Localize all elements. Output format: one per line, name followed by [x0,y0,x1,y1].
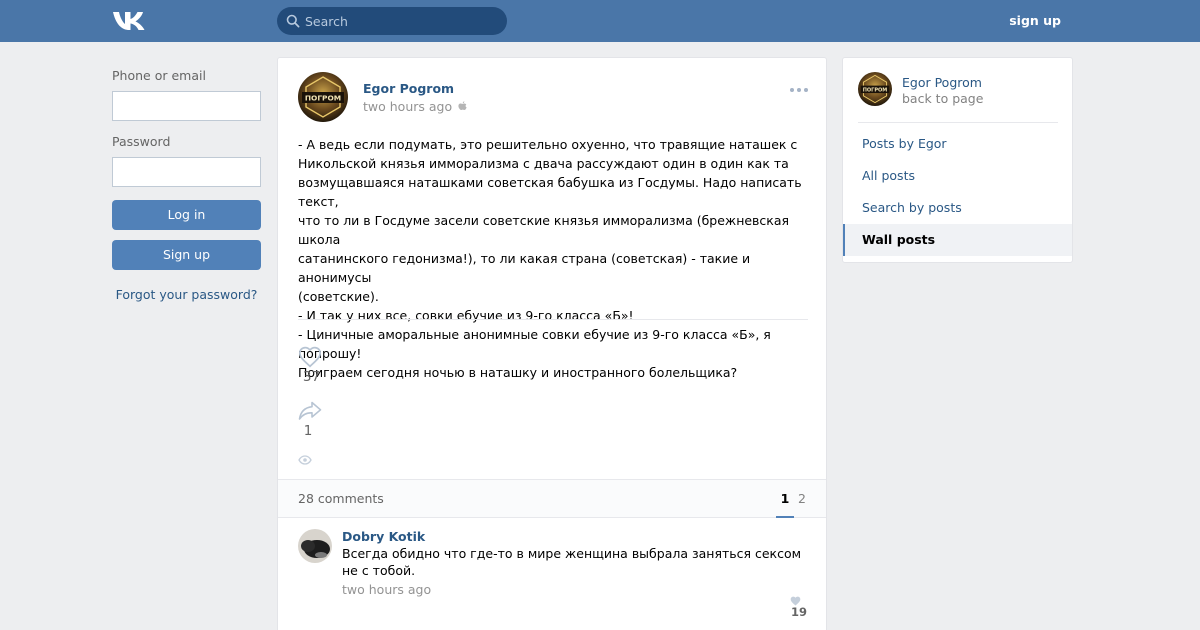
comments-count: 28 comments [298,491,384,506]
avatar-logo-text: ПОГРОМ [305,94,341,103]
like-count: 37 [302,369,321,385]
login-form: Phone or email Password Log in Sign up F… [112,68,261,302]
sidebar-item-wall-posts[interactable]: Wall posts [843,224,1072,256]
search-input[interactable] [304,7,499,35]
back-to-page-link[interactable]: back to page [902,91,983,106]
post-text: - А ведь если подумать, это решительно о… [298,137,802,380]
login-button[interactable]: Log in [112,200,261,230]
forgot-password-link[interactable]: Forgot your password? [112,287,261,302]
wall-post: ПОГРОМ Egor Pogrom two hours ago - А вед… [277,57,827,630]
phone-input[interactable] [112,91,261,121]
sidebar-item-all-posts[interactable]: All posts [843,160,1072,192]
more-options-icon[interactable] [789,85,809,95]
comment-like-count: 19 [790,605,807,619]
sidebar-item-search-by-posts[interactable]: Search by posts [843,192,1072,224]
sidebar-author-name[interactable]: Egor Pogrom [902,75,982,90]
comments-header: 28 comments 1 2 [278,479,826,518]
comment-time[interactable]: two hours ago [342,582,431,597]
heart-icon[interactable] [298,346,322,368]
eye-icon [298,455,312,465]
comment-author-name[interactable]: Dobry Kotik [342,529,425,544]
author-sidebar: ПОГРОМ Egor Pogrom back to page Posts by… [842,57,1073,263]
vk-logo-icon[interactable] [112,10,146,32]
sidebar-avatar-logo-text: ПОГРОМ [863,87,888,93]
phone-label: Phone or email [112,68,206,83]
comment-text: Всегда обидно что где-то в мире женщина … [342,546,802,578]
search-box[interactable] [277,7,507,35]
post-time-text: two hours ago [363,99,453,114]
password-input[interactable] [112,157,261,187]
comments-page-1[interactable]: 1 [777,491,793,506]
post-author-avatar[interactable]: ПОГРОМ [298,72,348,122]
post-divider [298,319,808,320]
commenter-avatar[interactable] [298,529,332,563]
signup-link[interactable]: sign up [1009,13,1061,28]
share-icon[interactable] [298,401,322,421]
sidebar-author-avatar[interactable]: ПОГРОМ [858,72,892,106]
share-count: 1 [303,423,313,439]
apple-icon [458,101,467,110]
active-page-indicator [776,516,794,518]
search-icon [286,14,300,28]
sidebar-divider [858,122,1058,123]
sidebar-item-posts-by-egor[interactable]: Posts by Egor [843,128,1072,160]
password-label: Password [112,134,171,149]
signup-button[interactable]: Sign up [112,240,261,270]
post-author-name[interactable]: Egor Pogrom [363,81,454,96]
post-time[interactable]: two hours ago [363,99,467,114]
comments-page-2[interactable]: 2 [796,491,808,506]
top-bar: sign up [0,0,1200,42]
